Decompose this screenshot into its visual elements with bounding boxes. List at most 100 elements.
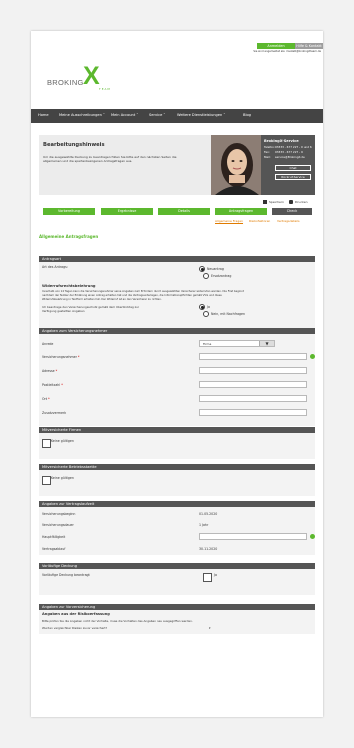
- beginn-label: Versicherungsbeginn: [42, 512, 76, 516]
- service-title: BrokingX-Service: [264, 139, 299, 143]
- widerruf-line-2: nachdem der Nutzer der Erklärung einen A…: [42, 294, 222, 297]
- ablauf-label: Vertragsablauf: [42, 547, 66, 551]
- step-details[interactable]: Details: [158, 208, 210, 215]
- help-contact-button[interactable]: Hilfe & Kontakt: [295, 43, 323, 49]
- callback-button[interactable]: Rückruf-Service: [275, 174, 311, 180]
- betrieb-checkbox-label: Keine gültigen: [51, 476, 74, 480]
- nav-home[interactable]: Home: [38, 113, 49, 118]
- chevron-down-icon: ▼: [259, 341, 274, 346]
- service-phone-label: Telefon:: [264, 145, 275, 149]
- radio-consent-no-label: Nein, mit Nachfragen: [211, 312, 246, 316]
- section-mitversicherte-firmen: Mitversicherte Firmen Keine gültigen: [39, 427, 315, 459]
- nav-service[interactable]: Service ˅: [149, 113, 165, 118]
- anrede-select-value: Firma: [203, 342, 212, 346]
- substep-allgemeine-fragen[interactable]: Allgemeine Fragen: [215, 219, 243, 223]
- dauer-label: Versicherungsdauer: [42, 523, 74, 527]
- step-vorbereitung[interactable]: Vorbereitung: [43, 208, 95, 215]
- section-vorversicherung-body: Angaben aus der Risikoerfassung Bitte pr…: [39, 610, 315, 634]
- radio-consent-yes[interactable]: [199, 304, 205, 310]
- adresse-label-text: Adresse: [42, 369, 55, 373]
- faellig-input[interactable]: [199, 533, 307, 540]
- nav-account[interactable]: Mein Account ˅: [111, 113, 138, 118]
- vn-name-input[interactable]: [199, 353, 307, 360]
- radio-neuantrag[interactable]: [199, 266, 205, 272]
- radio-consent-no[interactable]: [203, 311, 209, 317]
- substep-vertragsdetails[interactable]: Vertragsdetails: [277, 219, 300, 223]
- avatar: [211, 135, 261, 195]
- chat-button[interactable]: Chat: [275, 165, 311, 171]
- radio-consent-yes-label: Ja: [207, 305, 210, 309]
- logo[interactable]: BROKING X TEAM: [47, 61, 117, 91]
- widerruf-title: Widerrufsrechtsbelehrung: [42, 284, 96, 288]
- service-box: BrokingX-Service Telefon: 03333 - 677 22…: [261, 135, 315, 195]
- section-antragsart-body: Art des Antrags: Neuantrag Ersatzantrag …: [39, 262, 315, 334]
- firmen-checkbox[interactable]: [42, 439, 51, 448]
- logged-in-info: Sie sind angemeldet als: musteR@brokingX…: [253, 50, 321, 53]
- vorlaeufig-checkbox[interactable]: [203, 573, 212, 582]
- zusatz-label: Zusatzvermerk: [42, 411, 67, 415]
- nav-blog[interactable]: Blog: [243, 113, 251, 118]
- section-firmen-body: Keine gültigen: [39, 433, 315, 459]
- section-betrieb-body: Keine gültigen: [39, 470, 315, 496]
- service-fax: 03333 - 677 227 - 9: [275, 150, 303, 154]
- faellig-label: Hauptfälligkeit: [42, 535, 66, 539]
- service-fax-label: Fax:: [264, 150, 270, 154]
- antragsart-label: Art des Antrags:: [42, 265, 68, 269]
- plz-input[interactable]: [199, 381, 307, 388]
- adresse-input[interactable]: [199, 367, 307, 374]
- substep-risikofaktoren[interactable]: Risikofaktoren: [249, 219, 270, 223]
- main-nav: Home Meine Ausschreibungen ˅ Mein Accoun…: [31, 109, 323, 123]
- radio-ersatzantrag[interactable]: [203, 273, 209, 279]
- service-mail[interactable]: service@BrokingX.de: [275, 155, 305, 159]
- form-title: Allgemeine Antragsfragen: [39, 234, 99, 239]
- vorversicherung-arrow-icon: ▾: [209, 626, 211, 630]
- section-vn-body: Anrede Firma ▼ Versicherungsnehmer * Adr…: [39, 334, 315, 426]
- ort-label-text: Ort: [42, 397, 48, 401]
- ort-input[interactable]: [199, 395, 307, 402]
- section-vorlaeufig-body: Vorläufige Deckung beantragt Ja: [39, 569, 315, 595]
- ablauf-value: 30.11.2020: [199, 547, 218, 551]
- zusatz-input[interactable]: [199, 409, 307, 416]
- vorlaeufig-checkbox-label: Ja: [214, 573, 217, 577]
- intro-text-2: allgemeinen und die spartenbezogenen Ant…: [43, 159, 133, 163]
- service-mail-label: Mail:: [264, 155, 271, 159]
- betrieb-checkbox[interactable]: [42, 476, 51, 485]
- radio-ersatzantrag-label: Ersatzantrag: [211, 274, 232, 278]
- save-icon: [263, 200, 267, 204]
- firmen-checkbox-label: Keine gültigen: [51, 439, 74, 443]
- anrede-label: Anrede: [42, 342, 54, 346]
- vorversicherung-frage: Wurden vergleichbar Risiken zuvor versic…: [42, 626, 108, 630]
- logo-sub: TEAM: [99, 87, 111, 91]
- print-label: Drucken: [295, 200, 308, 204]
- beginn-value: 01.05.2020: [199, 512, 218, 516]
- section-antragsart: Antragsart Art des Antrags: Neuantrag Er…: [39, 256, 315, 334]
- section-mitversicherte-betriebsstaette: Mitversicherte Betriebsstaette Keine gül…: [39, 464, 315, 496]
- section-vorversicherung: Angaben zur Vorversicherung Angaben aus …: [39, 604, 315, 634]
- intro-title: Bearbeitungshinweis: [43, 142, 105, 148]
- service-phone: 03333 - 677 227 - 0 und 6: [275, 145, 312, 149]
- consent-line-2: Verfügung gestellten Angaben: [42, 309, 85, 313]
- print-icon: [289, 200, 293, 204]
- vorversicherung-line: Bitte prüfen Sie die Angaben nicht der V…: [42, 619, 193, 623]
- step-antragsfragen[interactable]: Antragsfragen: [215, 208, 267, 215]
- nav-ausschreibungen[interactable]: Meine Ausschreibungen ˅: [59, 113, 105, 118]
- plz-label-text: Postleitzahl: [42, 383, 61, 387]
- page: BROKING X TEAM Anmelden Hilfe & Kontakt …: [31, 31, 323, 717]
- nav-dienstleistungen[interactable]: Weitere Dienstleistungen ˅: [177, 113, 225, 118]
- login-button[interactable]: Anmelden: [257, 43, 295, 49]
- logo-x: X: [83, 62, 100, 90]
- intro-box: Bearbeitungshinweis Um die ausgewählte D…: [39, 135, 315, 195]
- dauer-value: 1 Jahr: [199, 523, 209, 527]
- valid-icon: [310, 534, 315, 539]
- widerruf-line-3: Widerrufsbelehrung in Textform erhalten …: [42, 298, 162, 301]
- vn-name-label-text: Versicherungsnehmer: [42, 355, 77, 359]
- section-vorlaeufige-deckung: Vorläufige Deckung Vorläufige Deckung be…: [39, 563, 315, 595]
- step-check[interactable]: Check: [272, 208, 312, 215]
- logo-text: BROKING: [47, 78, 84, 87]
- ort-label: Ort *: [42, 397, 50, 401]
- step-ergebnisse[interactable]: Ergebnisse: [101, 208, 153, 215]
- vn-name-label: Versicherungsnehmer *: [42, 355, 80, 359]
- vorlaeufig-label: Vorläufige Deckung beantragt: [42, 573, 90, 577]
- anrede-select[interactable]: Firma ▼: [199, 340, 275, 347]
- radio-neuantrag-label: Neuantrag: [207, 267, 224, 271]
